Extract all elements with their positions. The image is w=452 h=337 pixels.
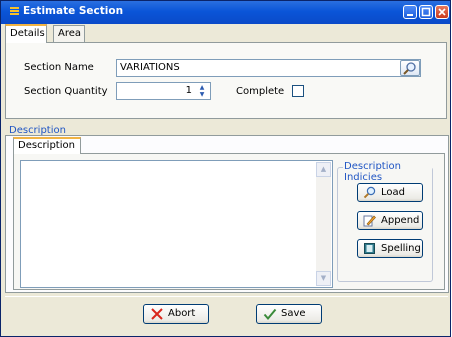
section-name-input[interactable]: VARIATIONS [116, 59, 421, 77]
close-button[interactable] [435, 5, 449, 19]
section-quantity-value: 1 [185, 85, 192, 96]
spelling-button[interactable]: Spelling [357, 239, 423, 258]
section-quantity-label: Section Quantity [24, 86, 108, 97]
complete-label: Complete [236, 86, 285, 97]
scroll-up-icon[interactable]: ▲ [316, 162, 331, 177]
pencil-icon [363, 215, 376, 227]
estimate-section-window: Estimate Section Section Name VARIATIONS… [0, 0, 451, 337]
abort-button[interactable]: Abort [143, 304, 209, 324]
scroll-down-icon[interactable]: ▼ [316, 271, 331, 286]
spin-up-icon[interactable]: ▲ [195, 84, 209, 91]
description-scrollbar[interactable]: ▲ ▼ [316, 162, 331, 286]
section-name-label: Section Name [24, 62, 94, 73]
quantity-spinner[interactable]: ▲ ▼ [195, 84, 209, 98]
maximize-icon [421, 7, 431, 17]
app-icon [10, 7, 19, 18]
section-lookup-button[interactable] [400, 60, 420, 76]
window-title: Estimate Section [23, 5, 124, 17]
details-panel: Section Name VARIATIONS Section Quantity… [5, 42, 447, 119]
title-bar[interactable]: Estimate Section [1, 1, 450, 24]
description-textarea[interactable]: ▲ ▼ [20, 160, 333, 288]
maximize-button[interactable] [419, 5, 433, 19]
close-icon [438, 8, 446, 16]
section-name-value: VARIATIONS [120, 62, 180, 73]
minimize-icon [407, 14, 413, 16]
checkmark-icon [263, 308, 277, 321]
append-button[interactable]: Append [357, 211, 423, 230]
section-quantity-stepper[interactable]: 1 ▲ ▼ [116, 82, 211, 100]
tab-details[interactable]: Details [5, 24, 47, 43]
description-indicies-title: Description Indicies [343, 161, 432, 183]
save-button[interactable]: Save [256, 304, 322, 324]
append-label: Append [381, 215, 420, 226]
spin-down-icon[interactable]: ▼ [195, 91, 209, 98]
tab-area[interactable]: Area [53, 25, 85, 42]
description-indicies-group: Description Indicies Load Append Spellin… [337, 161, 433, 282]
cross-icon [151, 308, 163, 320]
save-label: Save [281, 308, 306, 319]
abort-label: Abort [168, 308, 196, 319]
minimize-button[interactable] [403, 5, 417, 19]
magnifier-icon [363, 186, 376, 199]
complete-checkbox[interactable] [292, 85, 304, 97]
spelling-label: Spelling [381, 243, 421, 254]
load-button[interactable]: Load [357, 183, 423, 202]
description-panel: ▲ ▼ Description Indicies Load Append Spe… [13, 153, 445, 290]
load-label: Load [381, 187, 405, 198]
magnifier-icon [403, 62, 416, 75]
book-icon [364, 243, 375, 254]
action-bar: Abort Save [5, 296, 448, 330]
tab-description[interactable]: Description [13, 137, 81, 154]
